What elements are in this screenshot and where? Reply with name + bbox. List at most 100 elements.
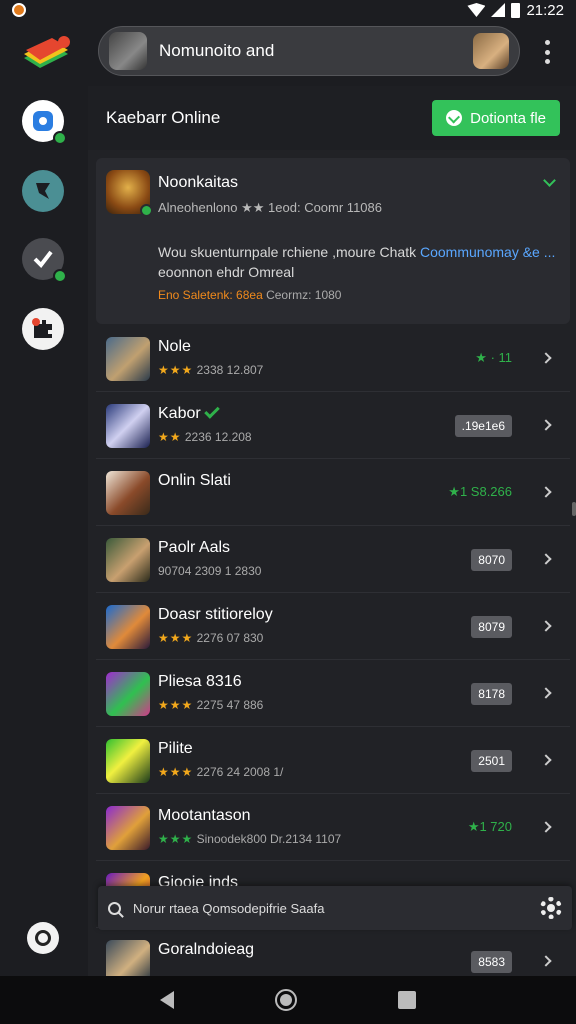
- game-thumbnail: [106, 471, 150, 515]
- verified-check-icon: [203, 403, 220, 419]
- list-item[interactable]: Pliesa 8316 ★★★ 2275 47 886 8178: [96, 661, 570, 727]
- price-badge: 8070: [471, 549, 512, 571]
- rating-stars: ★★★: [158, 765, 194, 779]
- download-icon: [446, 110, 463, 126]
- teal-shield-icon: [36, 183, 50, 199]
- sidebar-item-app[interactable]: [22, 100, 67, 145]
- list-item-title: Nole: [158, 338, 191, 355]
- meta-text: 2275 47 886: [196, 698, 264, 712]
- recents-icon[interactable]: [397, 991, 416, 1009]
- list-item-title: Paolr Aals: [158, 539, 231, 556]
- search-icon: [108, 901, 121, 915]
- paper-stack-logo-icon[interactable]: [22, 34, 72, 74]
- rating-stars: ★★: [158, 430, 182, 444]
- list-item[interactable]: Paolr Aals 90704 2309 1 2830 8070: [96, 527, 570, 593]
- battery-icon: [511, 2, 521, 18]
- rating-stars: ★★★: [158, 363, 194, 377]
- puzzle-icon: [32, 318, 52, 338]
- list-item[interactable]: Kabor ★★ 2236 12.208 .19e1e6: [96, 393, 570, 459]
- list-item-meta: ★★★ Sinoodek800 Dr.2134 1107: [158, 832, 341, 846]
- score-label: ★1 720: [467, 819, 512, 834]
- stats-text: Ceormz: 1080: [266, 288, 342, 302]
- chevron-right-icon[interactable]: [540, 821, 552, 833]
- status-badge: [53, 131, 67, 145]
- search-input[interactable]: Norur rtaea Qomsodepifrie Saafa: [133, 901, 540, 916]
- description-link[interactable]: Coommunomay &e ...: [420, 244, 555, 260]
- more-options-icon[interactable]: [541, 40, 553, 64]
- game-thumbnail: [106, 404, 150, 448]
- panel-header: Kaebarr Online Dotionta fle: [88, 86, 576, 150]
- list-item[interactable]: Nole ★★★ 2338 12.807 ★ · 11: [96, 326, 570, 392]
- download-button-label: Dotionta fle: [470, 109, 546, 127]
- list-item-meta: ★★★ 2338 12.807: [158, 363, 263, 377]
- featured-stats: Eno Saletenk: 68ea Ceormz: 1080: [158, 288, 341, 302]
- status-bar: 21:22: [0, 0, 576, 20]
- game-thumbnail: [106, 337, 150, 381]
- list-item-title: Kabor: [158, 405, 201, 422]
- scrollbar[interactable]: [572, 502, 576, 516]
- sidebar-item-puzzle[interactable]: [22, 308, 64, 350]
- chevron-right-icon[interactable]: [540, 687, 552, 699]
- price-badge: 2501: [471, 750, 512, 772]
- list-item-meta: ★★★ 2276 07 830: [158, 631, 263, 645]
- signal-icon: [491, 3, 506, 17]
- price-badge: 8178: [471, 683, 512, 705]
- top-search-bar[interactable]: Nomunoito and: [98, 26, 520, 76]
- featured-card[interactable]: Noonkaitas Alneohenlono ★★ 1eod: Coomr 1…: [96, 158, 570, 324]
- featured-description: Wou skuenturnpale rchiene ,moure Chatk C…: [158, 244, 555, 260]
- meta-text: Sinoodek800 Dr.2134 1107: [196, 832, 342, 846]
- featured-title: Noonkaitas: [158, 174, 239, 191]
- price-badge: 8079: [471, 616, 512, 638]
- chevron-right-icon[interactable]: [540, 553, 552, 565]
- top-title: Nomunoito and: [159, 41, 275, 60]
- meta-text: 2276 07 830: [196, 631, 264, 645]
- check-icon: [33, 250, 53, 269]
- status-time: 21:22: [526, 1, 564, 19]
- system-nav-bar: [0, 976, 576, 1024]
- profile-avatar[interactable]: [473, 33, 509, 69]
- score-label: ★ · 11: [475, 350, 512, 365]
- list-item[interactable]: Onlin Slati ★1 S8.266: [96, 460, 570, 526]
- sidebar-item-shield[interactable]: [22, 170, 64, 212]
- chevron-right-icon[interactable]: [540, 486, 552, 498]
- list-item-meta: ★★ 2236 12.208: [158, 430, 252, 444]
- chevron-right-icon[interactable]: [540, 620, 552, 632]
- chevron-down-icon[interactable]: [543, 174, 556, 187]
- chevron-right-icon[interactable]: [540, 754, 552, 766]
- description-text: Wou skuenturnpale rchiene ,moure Chatk: [158, 244, 417, 260]
- title-wrap: Kabor: [158, 403, 220, 423]
- list-item-title: Goralndoieag: [158, 941, 255, 958]
- game-thumbnail: [106, 170, 153, 217]
- gear-icon[interactable]: [540, 897, 562, 919]
- featured-meta: Alneohenlono ★★ 1eod: Coomr 11086: [158, 200, 382, 215]
- stats-highlight: Eno Saletenk: 68ea: [158, 288, 263, 302]
- chevron-right-icon[interactable]: [540, 955, 552, 967]
- list-item[interactable]: Pilite ★★★ 2276 24 2008 1/2501: [96, 728, 570, 794]
- meta-text: 90704 2309 1 2830: [158, 564, 262, 578]
- home-icon[interactable]: [274, 989, 297, 1011]
- list-item-title: Onlin Slati: [158, 472, 231, 489]
- download-button[interactable]: Dotionta fle: [432, 100, 560, 136]
- sidebar-item-check[interactable]: [22, 238, 67, 283]
- list-item-title: Doasr stitioreloy: [158, 606, 273, 623]
- status-badge: [53, 269, 67, 283]
- wifi-icon: [467, 3, 486, 17]
- list-item[interactable]: Doasr stitioreloy ★★★ 2276 07 830 8079: [96, 594, 570, 660]
- rating-stars: ★★★: [158, 832, 194, 846]
- list-item-title: Pliesa 8316: [158, 673, 242, 690]
- list-item-meta: ★★★ 2276 24 2008 1/: [158, 765, 283, 779]
- bottom-search-bar[interactable]: Norur rtaea Qomsodepifrie Saafa: [98, 886, 572, 930]
- back-icon[interactable]: [160, 991, 175, 1009]
- avatar[interactable]: [109, 32, 147, 70]
- list-item[interactable]: Mootantason ★★★ Sinoodek800 Dr.2134 1107 ★…: [96, 795, 570, 861]
- price-badge: .19e1e6: [454, 415, 512, 437]
- meta-text: 2236 12.208: [184, 430, 252, 444]
- game-thumbnail: [106, 605, 150, 649]
- screen: 21:22 Nomunoito and Kaebarr Online Dotio…: [0, 0, 576, 1024]
- chevron-right-icon[interactable]: [540, 419, 552, 431]
- game-thumbnail: [106, 806, 150, 850]
- location-icon[interactable]: [27, 922, 59, 954]
- list-item-title: Pilite: [158, 740, 193, 757]
- chevron-right-icon[interactable]: [540, 352, 552, 364]
- score-label: ★1 S8.266: [448, 484, 512, 499]
